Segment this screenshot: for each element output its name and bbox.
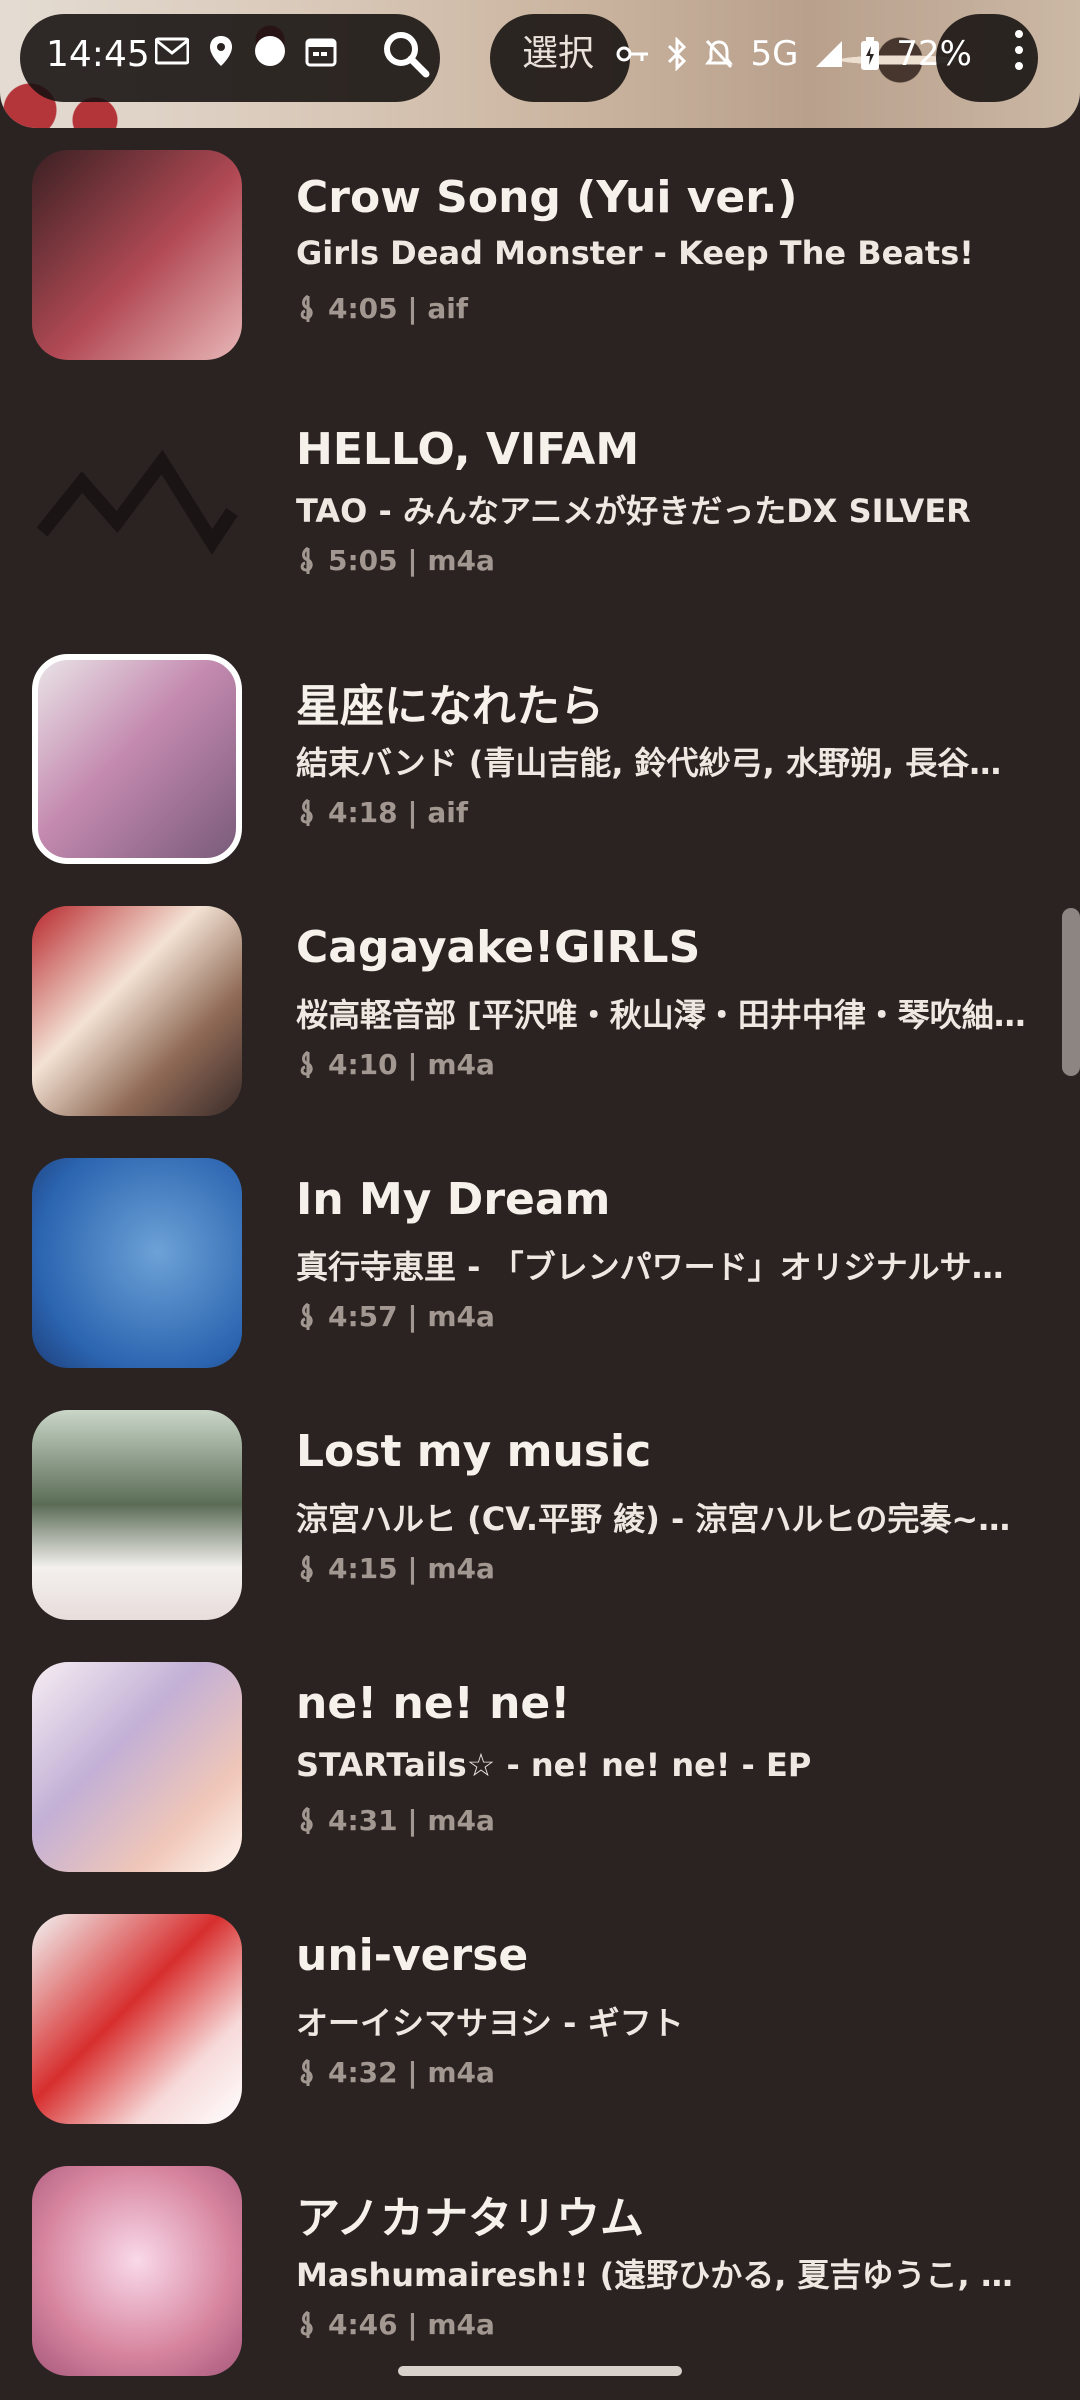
- track-title: Crow Song (Yui ver.): [296, 172, 798, 223]
- track-title: Lost my music: [296, 1426, 652, 1477]
- location-icon: [210, 36, 232, 66]
- treble-clef-icon: [300, 798, 313, 826]
- track-duration-format: 5:05 | m4a: [328, 544, 495, 577]
- album-art: [32, 402, 242, 612]
- list-item[interactable]: In My Dream 真行寺恵里 - 「ブレンパワード」オリジナルサウ… 4:…: [0, 1136, 1080, 1388]
- track-meta: 4:32 | m4a: [296, 2056, 495, 2089]
- track-artist-album: TAO - みんなアニメが好きだったDX SILVER: [296, 492, 971, 530]
- placeholder-art-icon: [36, 449, 238, 555]
- battery-icon: [861, 37, 880, 70]
- scrollbar-thumb[interactable]: [1062, 908, 1080, 1076]
- track-meta: 4:57 | m4a: [296, 1300, 495, 1333]
- track-artist-album: 真行寺恵里 - 「ブレンパワード」オリジナルサウ…: [296, 1248, 1026, 1286]
- list-item[interactable]: ne! ne! ne! STARTails☆ - ne! ne! ne! - E…: [0, 1640, 1080, 1892]
- treble-clef-icon: [300, 2058, 313, 2086]
- treble-clef-icon: [300, 1806, 313, 1834]
- track-artist-album: 桜高軽音部 [平沢唯・秋山澪・田井中律・琴吹紬(…: [296, 996, 1026, 1034]
- list-item[interactable]: Crow Song (Yui ver.) Girls Dead Monster …: [0, 128, 1080, 380]
- track-title: HELLO, VIFAM: [296, 424, 640, 475]
- list-item[interactable]: 星座になれたら 結束バンド (青山吉能, 鈴代紗弓, 水野朔, 長谷川育… 4:…: [0, 632, 1080, 884]
- treble-clef-icon: [300, 1050, 313, 1078]
- track-duration-format: 4:32 | m4a: [328, 2056, 495, 2089]
- system-status-icons: 5G 72%: [616, 34, 972, 74]
- track-meta: 5:05 | m4a: [296, 544, 495, 577]
- track-artist-album: Girls Dead Monster - Keep The Beats!: [296, 234, 974, 272]
- status-time: 14:45: [46, 34, 150, 75]
- track-meta: 4:10 | m4a: [296, 1048, 495, 1081]
- treble-clef-icon: [300, 546, 313, 574]
- bell-off-icon: [705, 39, 734, 69]
- album-art: [32, 906, 242, 1116]
- list-item[interactable]: HELLO, VIFAM TAO - みんなアニメが好きだったDX SILVER…: [0, 380, 1080, 632]
- track-meta: 4:05 | aif: [296, 292, 468, 325]
- album-art: [32, 2166, 242, 2376]
- track-duration-format: 4:10 | m4a: [328, 1048, 495, 1081]
- track-artist-album: Mashumairesh!! (遠野ひかる, 夏吉ゆうこ, 和多 …: [296, 2256, 1026, 2294]
- treble-clef-icon: [300, 294, 313, 322]
- bluetooth-icon: [668, 37, 687, 71]
- track-title: Cagayake!GIRLS: [296, 922, 701, 973]
- track-duration-format: 4:15 | m4a: [328, 1552, 495, 1585]
- track-duration-format: 4:57 | m4a: [328, 1300, 495, 1333]
- track-meta: 4:46 | m4a: [296, 2308, 495, 2341]
- track-title: ne! ne! ne!: [296, 1678, 571, 1729]
- list-item[interactable]: uni-verse オーイシマサヨシ - ギフト 4:32 | m4a: [0, 1892, 1080, 2144]
- album-art: [32, 150, 242, 360]
- select-button[interactable]: 選択: [522, 24, 594, 76]
- battery-percent: 72%: [896, 34, 972, 74]
- track-meta: 4:18 | aif: [296, 796, 468, 829]
- track-title: 星座になれたら: [296, 681, 604, 732]
- track-meta: 4:15 | m4a: [296, 1552, 495, 1585]
- list-item[interactable]: Cagayake!GIRLS 桜高軽音部 [平沢唯・秋山澪・田井中律・琴吹紬(……: [0, 884, 1080, 1136]
- track-duration-format: 4:18 | aif: [328, 796, 469, 829]
- track-artist-album: オーイシマサヨシ - ギフト: [296, 2004, 684, 2042]
- album-art: [32, 1158, 242, 1368]
- search-icon[interactable]: [380, 28, 432, 80]
- vpn-key-icon: [616, 46, 649, 62]
- track-meta: 4:31 | m4a: [296, 1804, 495, 1837]
- notification-icons: [155, 34, 337, 68]
- list-item[interactable]: アノカナタリウム Mashumairesh!! (遠野ひかる, 夏吉ゆうこ, 和…: [0, 2144, 1080, 2396]
- album-art: [32, 1662, 242, 1872]
- record-dot-icon: [255, 36, 285, 66]
- track-title: uni-verse: [296, 1930, 529, 1981]
- signal-icon: [816, 41, 843, 67]
- album-art: [32, 1410, 242, 1620]
- mail-icon: [155, 37, 189, 65]
- treble-clef-icon: [300, 2310, 313, 2338]
- track-artist-album: 涼宮ハルヒ (CV.平野 綾) - 涼宮ハルヒの完奏~コ …: [296, 1500, 1026, 1538]
- track-duration-format: 4:46 | m4a: [328, 2308, 495, 2341]
- track-duration-format: 4:05 | aif: [328, 292, 469, 325]
- treble-clef-icon: [300, 1554, 313, 1582]
- track-title: アノカナタリウム: [296, 2193, 645, 2244]
- network-type: 5G: [750, 34, 799, 74]
- track-title: In My Dream: [296, 1174, 611, 1225]
- track-artist-album: STARTails☆ - ne! ne! ne! - EP: [296, 1746, 812, 1784]
- track-artist-album: 結束バンド (青山吉能, 鈴代紗弓, 水野朔, 長谷川育…: [296, 744, 1026, 782]
- track-duration-format: 4:31 | m4a: [328, 1804, 495, 1837]
- treble-clef-icon: [300, 1302, 313, 1330]
- list-item[interactable]: Lost my music 涼宮ハルヒ (CV.平野 綾) - 涼宮ハルヒの完奏…: [0, 1388, 1080, 1640]
- more-options-icon[interactable]: [1014, 30, 1024, 80]
- calendar-icon: [305, 38, 337, 67]
- status-bar: 14:45 選択 5G 72%: [0, 0, 1080, 118]
- album-art: [32, 1914, 242, 2124]
- gesture-home-bar[interactable]: [398, 2366, 682, 2376]
- album-art: [32, 654, 242, 864]
